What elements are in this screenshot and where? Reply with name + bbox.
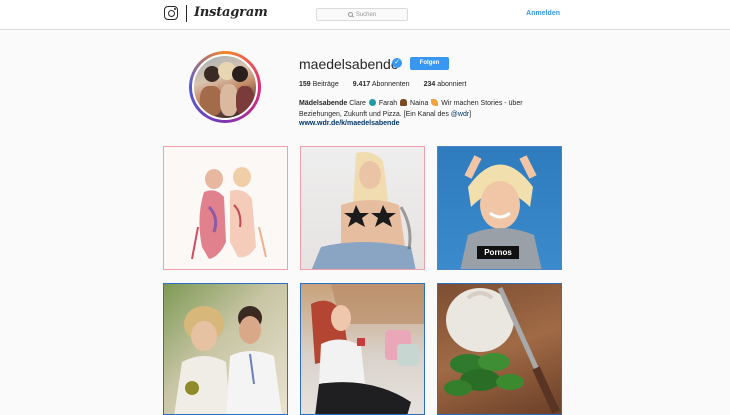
follow-button[interactable]: Folgen xyxy=(410,57,449,70)
profile-stats: 159 Beiträge 9.417 Abonnenten 234 abonni… xyxy=(299,81,466,88)
search-placeholder: Suchen xyxy=(355,11,377,18)
post-photo xyxy=(444,286,560,414)
post-illustration xyxy=(191,167,267,260)
globe-emoji-icon xyxy=(368,99,376,106)
post-thumbnail[interactable] xyxy=(163,283,288,415)
post-caption-badge: Pornos xyxy=(477,246,519,259)
pizza-emoji-icon xyxy=(431,99,439,106)
avatar xyxy=(192,54,258,120)
stat-posts: 159 Beiträge xyxy=(299,81,339,88)
post-thumbnail[interactable] xyxy=(437,283,562,415)
post-thumbnail[interactable] xyxy=(300,283,425,415)
verified-badge-icon: ✓ xyxy=(392,58,402,68)
logo-divider xyxy=(186,5,187,22)
post-photo xyxy=(311,284,424,414)
login-link[interactable]: Anmelden xyxy=(526,10,560,17)
post-photo xyxy=(311,152,416,269)
post-thumbnail[interactable] xyxy=(163,146,288,270)
post-photo xyxy=(174,306,282,414)
bio-name: Mädelsabende xyxy=(299,100,348,107)
stat-following[interactable]: 234 abonniert xyxy=(424,81,467,88)
search-input[interactable]: Suchen xyxy=(316,8,408,21)
profile-website-link[interactable]: www.wdr.de/k/maedelsabende xyxy=(299,120,400,127)
search-icon xyxy=(347,12,353,17)
profile-bio: Mädelsabende Clare Farah Naina Wir mache… xyxy=(299,99,523,118)
bio-mention-link[interactable]: @wdr xyxy=(451,111,469,118)
profile-username: maedelsabende xyxy=(299,56,399,72)
top-navigation-bar: Instagram Suchen Anmelden xyxy=(0,0,730,30)
poop-emoji-icon xyxy=(400,99,408,106)
instagram-wordmark[interactable]: Instagram xyxy=(194,5,268,20)
stat-followers[interactable]: 9.417 Abonnenten xyxy=(353,81,410,88)
profile-avatar-ring[interactable] xyxy=(189,51,261,123)
post-thumbnail[interactable] xyxy=(300,146,425,270)
instagram-camera-icon[interactable] xyxy=(164,6,178,20)
